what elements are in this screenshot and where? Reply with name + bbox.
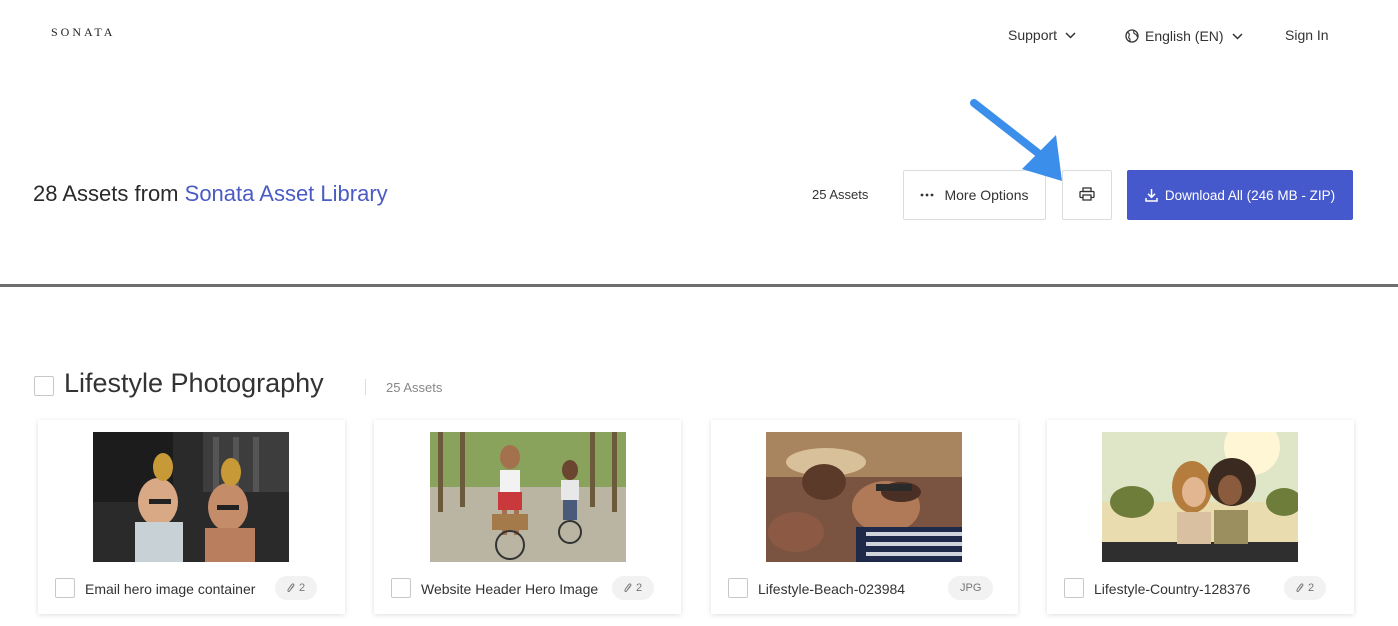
support-menu[interactable]: Support xyxy=(1008,25,1076,45)
asset-thumbnail[interactable] xyxy=(1102,432,1298,562)
selected-asset-count: 25 Assets xyxy=(812,187,869,202)
asset-title[interactable]: Website Header Hero Image xyxy=(421,581,598,597)
asset-select-checkbox[interactable] xyxy=(1064,578,1084,598)
sign-in-link[interactable]: Sign In xyxy=(1285,25,1329,45)
asset-card[interactable]: Lifestyle-Country-128376 2 xyxy=(1047,420,1354,614)
support-label: Support xyxy=(1008,27,1058,43)
download-all-label: Download All (246 MB - ZIP) xyxy=(1164,187,1336,203)
asset-select-checkbox[interactable] xyxy=(728,578,748,598)
annotation-arrow-icon xyxy=(960,95,1080,195)
asset-card[interactable]: Email hero image container 2 xyxy=(38,420,345,614)
section-divider xyxy=(0,284,1398,287)
asset-title[interactable]: Lifestyle-Country-128376 xyxy=(1094,581,1250,597)
attachment-count-badge: 2 xyxy=(1284,576,1327,600)
download-icon xyxy=(1145,188,1158,202)
chevron-down-icon xyxy=(1065,31,1076,39)
page-title-prefix: 28 Assets from xyxy=(33,181,179,206)
section-title: Lifestyle Photography xyxy=(64,368,324,398)
download-all-button[interactable]: Download All (246 MB - ZIP) xyxy=(1127,170,1353,220)
asset-thumbnail[interactable] xyxy=(766,432,962,562)
paperclip-icon xyxy=(624,583,632,593)
globe-icon xyxy=(1125,29,1139,43)
sonata-logo[interactable]: SONATA xyxy=(51,25,115,40)
language-menu[interactable]: English (EN) xyxy=(1125,26,1243,46)
language-label: English (EN) xyxy=(1145,28,1224,44)
asset-select-checkbox[interactable] xyxy=(55,578,75,598)
paperclip-icon xyxy=(1296,583,1304,593)
section-select-checkbox[interactable] xyxy=(34,376,54,396)
attachment-count-badge: 2 xyxy=(275,576,318,600)
attachment-count: 2 xyxy=(1308,582,1315,594)
file-type-badge: JPG xyxy=(948,576,994,600)
section-asset-count: 25 Assets xyxy=(386,380,443,395)
asset-title[interactable]: Email hero image container xyxy=(85,581,255,597)
attachment-count: 2 xyxy=(299,582,306,594)
section-separator xyxy=(365,379,366,395)
chevron-down-icon xyxy=(1232,32,1243,40)
more-dots-icon xyxy=(920,193,934,197)
page-title: 28 Assets from Sonata Asset Library xyxy=(33,181,388,207)
asset-select-checkbox[interactable] xyxy=(391,578,411,598)
library-link[interactable]: Sonata Asset Library xyxy=(185,181,388,206)
printer-icon xyxy=(1079,186,1095,204)
asset-thumbnail[interactable] xyxy=(430,432,626,562)
attachment-count-badge: 2 xyxy=(612,576,655,600)
asset-thumbnail[interactable] xyxy=(93,432,289,562)
paperclip-icon xyxy=(287,583,295,593)
attachment-count: 2 xyxy=(636,582,643,594)
asset-card[interactable]: Website Header Hero Image 2 xyxy=(374,420,681,614)
asset-card[interactable]: Lifestyle-Beach-023984 JPG xyxy=(711,420,1018,614)
asset-title[interactable]: Lifestyle-Beach-023984 xyxy=(758,581,905,597)
top-navigation: SONATA Support English (EN) Sign In xyxy=(0,0,1398,66)
